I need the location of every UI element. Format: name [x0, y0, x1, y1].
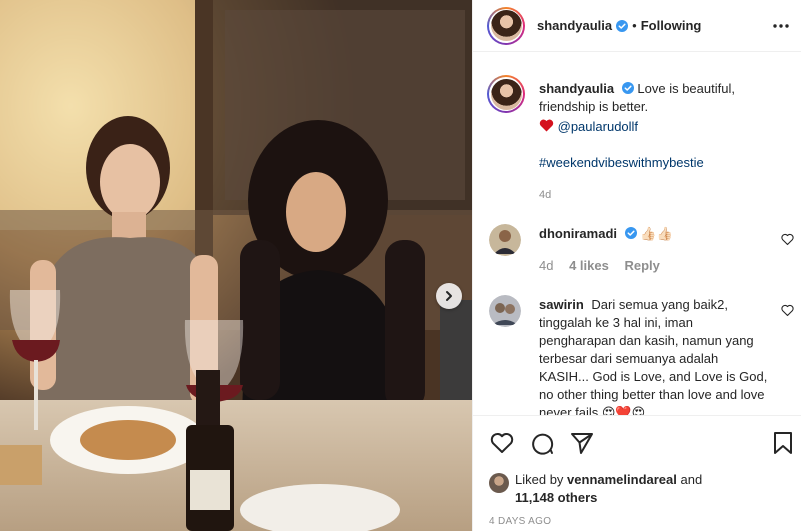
- following-button[interactable]: Following: [641, 18, 702, 33]
- caption-username[interactable]: shandyaulia: [539, 81, 614, 96]
- heart-emoji-icon: [539, 119, 558, 134]
- author-avatar[interactable]: [487, 6, 525, 45]
- comment-icon[interactable]: [529, 430, 555, 456]
- post-actions: Liked by vennamelindareal and 11,148 oth…: [473, 415, 801, 531]
- separator-dot: •: [632, 18, 637, 33]
- verified-icon: [624, 227, 637, 239]
- liked-by-count[interactable]: 11,148 others: [515, 490, 597, 505]
- post-timestamp[interactable]: 4 DAYS AGO: [489, 516, 551, 527]
- more-options-button[interactable]: [770, 16, 792, 36]
- post-header: shandyaulia • Following: [473, 0, 801, 52]
- liked-by-user[interactable]: vennamelindareal: [567, 472, 677, 487]
- comment-like-icon[interactable]: [781, 304, 794, 317]
- comment-likes[interactable]: 4 likes: [569, 258, 609, 273]
- commenter-avatar[interactable]: [489, 295, 521, 327]
- caption-age: 4d: [539, 189, 552, 201]
- commenter-avatar[interactable]: [489, 224, 521, 256]
- liked-by-prefix: Liked by: [515, 472, 564, 487]
- verified-icon: [621, 82, 634, 94]
- liker-avatar[interactable]: [489, 473, 509, 493]
- photo-scene: [0, 0, 472, 531]
- comment-username[interactable]: sawirin: [539, 297, 584, 312]
- comment-username[interactable]: dhoniramadi: [539, 226, 617, 241]
- next-photo-button[interactable]: [436, 283, 462, 309]
- caption-avatar[interactable]: [487, 75, 525, 113]
- comment-age: 4d: [539, 258, 554, 273]
- comment-like-icon[interactable]: [781, 233, 794, 246]
- heart-icon[interactable]: [489, 430, 515, 456]
- liked-by-joiner: and: [680, 472, 703, 487]
- comment-text: 👍🏻👍🏻: [640, 226, 673, 241]
- comments-section: shandyaulia Love is beautiful, friendshi…: [473, 53, 801, 415]
- caption-mention[interactable]: @paularudollf: [558, 119, 638, 134]
- post-panel: shandyaulia • Following shandyaulia Love…: [472, 0, 801, 531]
- more-icon: [773, 24, 789, 28]
- caption-hashtag[interactable]: #weekendvibeswithmybestie: [539, 155, 704, 170]
- post-photo: [0, 0, 472, 531]
- chevron-right-icon: [446, 291, 452, 301]
- author-username[interactable]: shandyaulia: [537, 18, 612, 33]
- comment-reply-button[interactable]: Reply: [624, 258, 659, 273]
- bookmark-icon[interactable]: [770, 430, 796, 456]
- verified-icon: [616, 19, 629, 32]
- share-icon[interactable]: [569, 430, 595, 456]
